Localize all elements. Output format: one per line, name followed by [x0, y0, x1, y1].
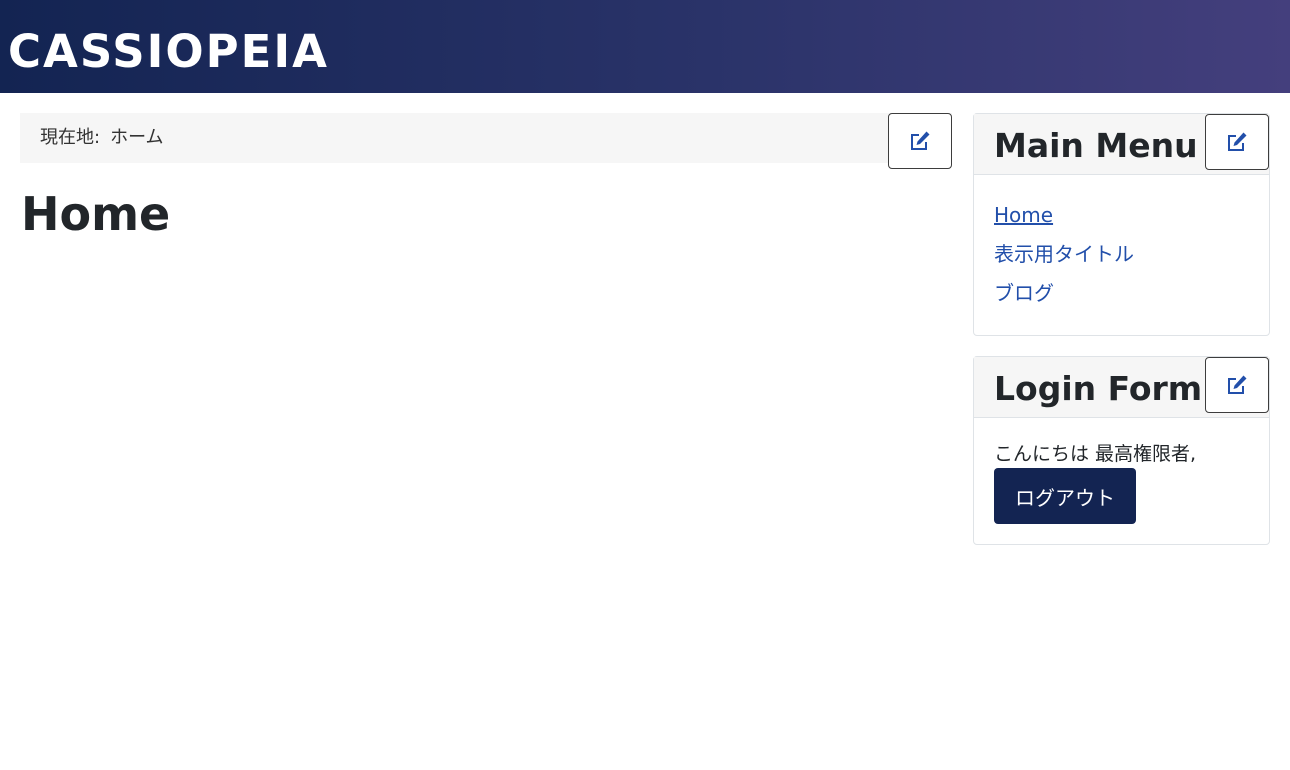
edit-icon: [1228, 375, 1247, 394]
menu-item: 表示用タイトル: [994, 242, 1269, 281]
menu-link-display-title[interactable]: 表示用タイトル: [994, 242, 1134, 266]
breadcrumb-current: ホーム: [110, 127, 164, 148]
edit-main-menu-button[interactable]: [1205, 114, 1269, 170]
breadcrumb: 現在地: ホーム: [20, 113, 952, 163]
logout-button[interactable]: ログアウト: [994, 468, 1136, 524]
edit-icon: [1228, 132, 1247, 151]
menu-link-home[interactable]: Home: [994, 203, 1053, 227]
login-greeting: こんにちは 最高権限者,: [994, 443, 1197, 465]
edit-login-form-button[interactable]: [1205, 357, 1269, 413]
breadcrumb-text: 現在地: ホーム: [40, 126, 164, 150]
page-title: Home: [21, 187, 171, 241]
edit-icon: [911, 131, 930, 150]
menu-item: ブログ: [994, 281, 1269, 320]
menu-link-blog[interactable]: ブログ: [994, 281, 1054, 305]
edit-breadcrumb-button[interactable]: [888, 113, 952, 169]
breadcrumb-label: 現在地:: [40, 127, 101, 148]
site-header: CASSIOPEIA: [0, 0, 1290, 93]
main-menu-list: Home 表示用タイトル ブログ: [974, 175, 1269, 320]
menu-item: Home: [994, 203, 1269, 242]
brand-logo[interactable]: CASSIOPEIA: [8, 24, 329, 80]
